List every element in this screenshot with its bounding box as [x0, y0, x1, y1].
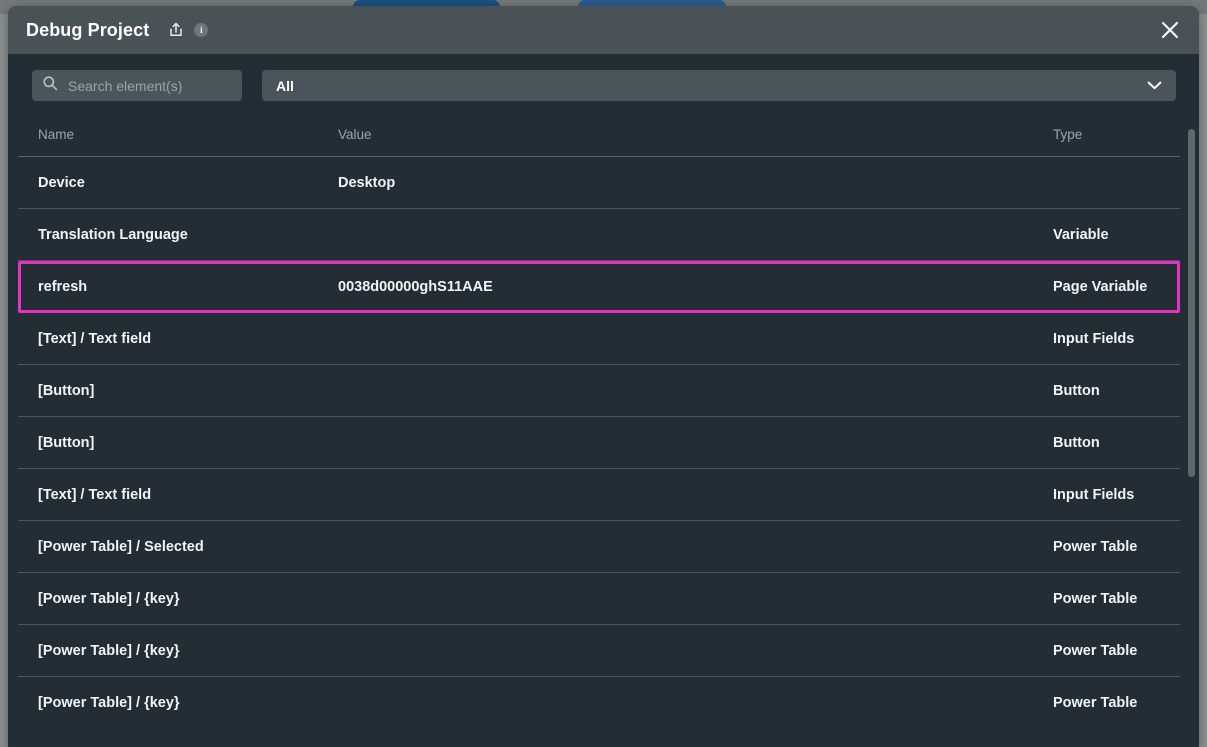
table-body: Device Desktop Translation Language Variabl…	[8, 157, 1199, 729]
table-row[interactable]: Translation Language Variable	[18, 209, 1180, 261]
info-icon[interactable]: i	[194, 23, 209, 37]
cell-type: Power Table	[1053, 642, 1138, 659]
cell-name: [Power Table] / {key}	[38, 590, 180, 607]
cell-type: Power Table	[1053, 538, 1138, 555]
cell-type: Power Table	[1053, 695, 1138, 711]
screen: Debug Project i Search element(s) All Na…	[0, 0, 1207, 747]
column-header-type: Type	[1053, 127, 1083, 142]
scrollbar-thumb[interactable]	[1188, 129, 1195, 477]
table-row[interactable]: [Text] / Text field Input Fields	[18, 313, 1180, 365]
cell-type: Variable	[1053, 226, 1109, 243]
cell-name: [Power Table] / Selected	[38, 538, 204, 555]
cell-name: Translation Language	[38, 226, 188, 243]
cell-type: Input Fields	[1053, 486, 1135, 503]
cell-type: Power Table	[1053, 590, 1138, 607]
cell-type: Button	[1053, 382, 1100, 399]
table-row[interactable]: [Power Table] / {key} Power Table	[18, 573, 1180, 625]
table-row[interactable]: [Power Table] / {key} Power Table	[18, 625, 1180, 677]
table-header-row: Name Value Type	[18, 113, 1180, 157]
cell-type: Input Fields	[1053, 330, 1135, 347]
table-row[interactable]: [Button] Button	[18, 365, 1180, 417]
cell-type: Page Variable	[1053, 279, 1148, 295]
cell-value: 0038d00000ghS11AAE	[338, 279, 493, 295]
table-row[interactable]: [Power Table] / Selected Power Table	[18, 521, 1180, 573]
chevron-down-icon	[1147, 77, 1162, 95]
table-scrollbar[interactable]	[1187, 113, 1196, 747]
elements-table: Name Value Type Device Desktop Translation…	[8, 113, 1199, 747]
debug-project-dialog: Debug Project i Search element(s) All Na…	[8, 6, 1199, 747]
column-header-name: Name	[38, 127, 75, 142]
cell-name: [Button]	[38, 382, 95, 399]
search-input[interactable]	[66, 76, 225, 95]
table-row[interactable]: [Text] / Text field Input Fields	[18, 469, 1180, 521]
search-icon	[42, 75, 58, 96]
cell-name: Device	[38, 174, 85, 191]
dialog-titlebar: Debug Project i	[8, 6, 1199, 54]
export-icon[interactable]	[167, 21, 185, 39]
cell-name: [Button]	[38, 434, 95, 451]
titlebar-actions: i	[167, 21, 209, 39]
search-box[interactable]	[32, 70, 242, 101]
cell-name: [Power Table] / {key}	[38, 642, 180, 659]
close-icon[interactable]	[1155, 15, 1185, 45]
cell-name: refresh	[38, 279, 88, 295]
type-filter-select[interactable]: All	[262, 70, 1176, 101]
page-title: Debug Project	[26, 19, 150, 40]
table-row[interactable]: Device Desktop	[18, 157, 1180, 209]
cell-name: [Text] / Text field	[38, 330, 152, 347]
type-filter-value: All	[276, 77, 294, 94]
table-row[interactable]: refresh 0038d00000ghS11AAE Page Variable	[18, 261, 1180, 313]
cell-name: [Text] / Text field	[38, 486, 152, 503]
cell-value: Desktop	[338, 174, 396, 191]
cell-name: [Power Table] / {key}	[38, 695, 180, 711]
dialog-toolbar: All	[8, 54, 1199, 113]
table-row[interactable]: [Button] Button	[18, 417, 1180, 469]
table-row[interactable]: [Power Table] / {key} Power Table	[18, 677, 1180, 729]
cell-type: Button	[1053, 434, 1100, 451]
column-header-value: Value	[338, 127, 372, 142]
